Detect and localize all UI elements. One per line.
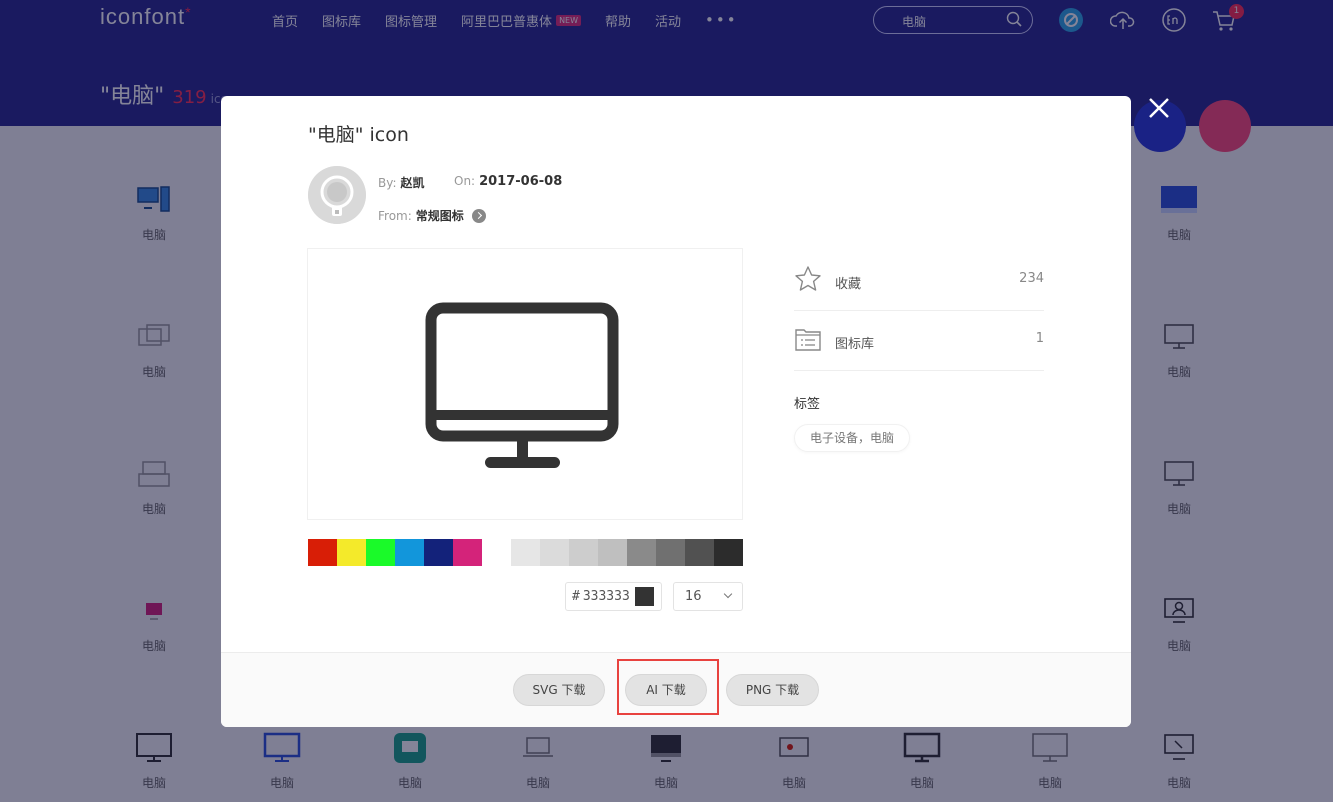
color-swatch[interactable] bbox=[598, 539, 627, 566]
favorite-row[interactable]: 收藏 234 bbox=[794, 251, 1044, 311]
color-swatch[interactable] bbox=[627, 539, 656, 566]
size-select[interactable]: 16 bbox=[673, 582, 743, 611]
close-icon[interactable] bbox=[1145, 94, 1173, 122]
svg-download-button[interactable]: SVG 下载 bbox=[513, 674, 605, 706]
author-avatar[interactable] bbox=[308, 166, 366, 224]
color-swatch[interactable] bbox=[569, 539, 598, 566]
png-download-button[interactable]: PNG 下载 bbox=[726, 674, 819, 706]
color-swatch[interactable] bbox=[424, 539, 453, 566]
source-link[interactable]: 常规图标 bbox=[416, 207, 464, 224]
chevron-down-icon bbox=[723, 589, 733, 599]
icon-detail-modal: "电脑" icon By: 赵凯 On: 2017-06-08 From: 常规图标 … bbox=[221, 96, 1131, 727]
download-footer: SVG 下载 AI 下载 PNG 下载 bbox=[221, 652, 1131, 727]
color-swatch[interactable] bbox=[511, 539, 540, 566]
tags-heading: 标签 bbox=[794, 397, 821, 412]
arrow-right-circle-icon[interactable] bbox=[471, 208, 486, 223]
color-swatch[interactable] bbox=[656, 539, 685, 566]
source-info: From: 常规图标 bbox=[378, 207, 486, 224]
color-palette bbox=[308, 539, 743, 566]
color-swatch[interactable] bbox=[366, 539, 395, 566]
color-swatch[interactable] bbox=[308, 539, 337, 566]
library-row[interactable]: 图标库 1 bbox=[794, 311, 1044, 371]
color-swatch[interactable] bbox=[685, 539, 714, 566]
icon-preview bbox=[308, 249, 742, 519]
color-swatch[interactable] bbox=[337, 539, 366, 566]
upload-date: On: 2017-06-08 bbox=[454, 174, 563, 189]
current-color-chip[interactable] bbox=[635, 587, 654, 606]
color-hex-input[interactable]: #333333 bbox=[565, 582, 662, 611]
tag-chip[interactable]: 电子设备，电脑 bbox=[794, 424, 911, 452]
author-name[interactable]: 赵凯 bbox=[401, 176, 425, 190]
color-swatch[interactable] bbox=[395, 539, 424, 566]
color-swatch[interactable] bbox=[482, 539, 511, 566]
highlight-box bbox=[617, 659, 719, 715]
modal-title: "电脑" icon bbox=[308, 124, 409, 146]
computer-monitor-icon bbox=[425, 302, 619, 468]
star-icon[interactable] bbox=[794, 265, 822, 293]
color-swatch[interactable] bbox=[714, 539, 743, 566]
color-swatch[interactable] bbox=[540, 539, 569, 566]
folder-list-icon[interactable] bbox=[794, 325, 822, 353]
color-swatch[interactable] bbox=[453, 539, 482, 566]
author-info: By: 赵凯 bbox=[378, 176, 425, 190]
